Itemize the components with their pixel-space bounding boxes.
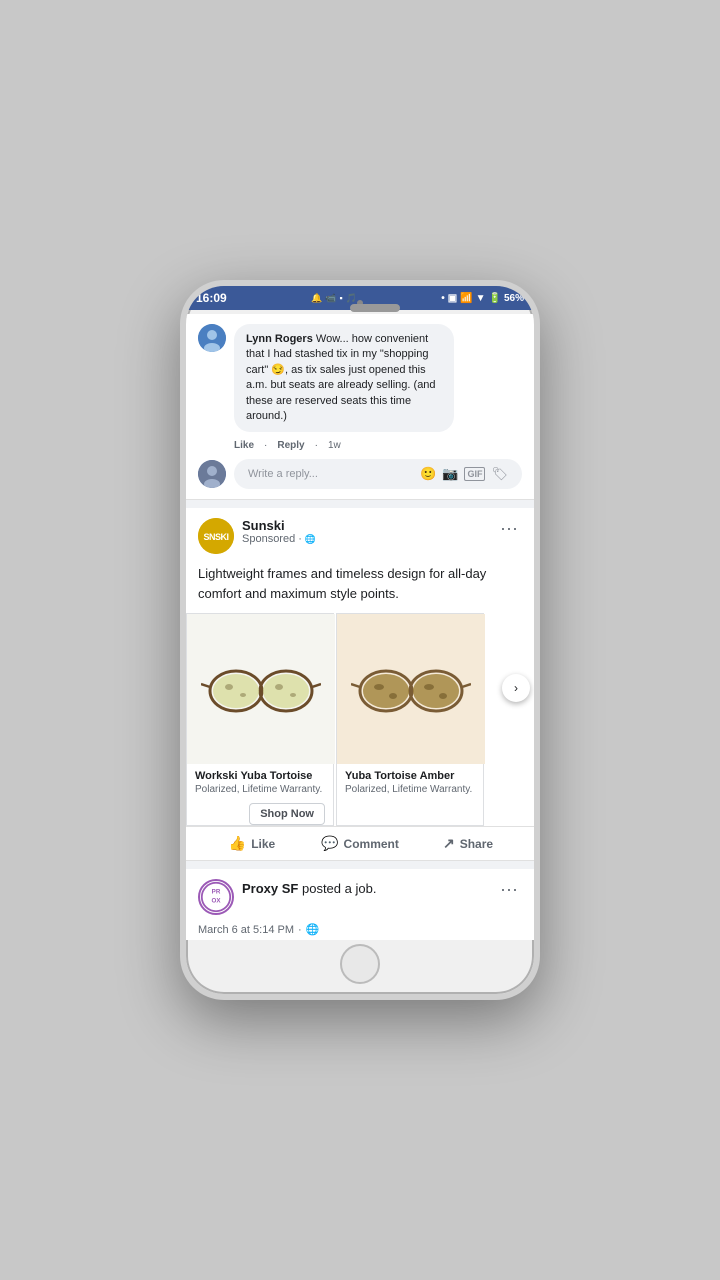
job-action-text: posted a job. [302,881,376,896]
post-header-left: SNSKІ Sunski Sponsored · 🌐 [198,518,316,554]
share-button[interactable]: ↗ Share [414,835,522,852]
svg-text:PR: PR [212,889,221,896]
current-user-avatar [198,460,226,488]
comment-icon: 💬 [321,835,338,852]
product-image-2 [337,614,485,764]
proxy-post-header-text: Proxy SF posted a job. [242,879,376,899]
camera-icon[interactable]: 📷 [442,466,458,482]
reply-input-box[interactable]: Write a reply... 🙂 📷 GIF 🏷 [234,459,522,489]
product-card-2: Yuba Tortoise Amber Polarized, Lifetime … [336,613,484,826]
reply-input-row: Write a reply... 🙂 📷 GIF 🏷 [198,459,522,489]
comment-button[interactable]: 💬 Comment [306,835,414,852]
share-icon: ↗ [443,835,455,852]
post-description: Lightweight frames and timeless design f… [186,560,534,613]
reply-placeholder: Write a reply... [248,468,318,480]
separator-dot: · [264,440,267,451]
product-info-1: Workski Yuba Tortoise Polarized, Lifetim… [187,764,333,805]
status-icons: 🔔 📹 ▪ 🎵 [311,293,357,304]
post-timestamp: March 6 at 5:14 PM · 🌐 [186,921,534,940]
like-icon: 👍 [229,835,246,852]
share-label: Share [460,837,493,851]
gif-icon[interactable]: GIF [464,467,485,481]
like-action[interactable]: Like [234,440,254,451]
comment-bubble: Lynn Rogers Wow... how convenient that I… [234,324,454,432]
comment-row: Lynn Rogers Wow... how convenient that I… [198,324,522,432]
svg-text:OX: OX [212,898,222,905]
sunski-avatar: SNSKІ [198,518,234,554]
more-options-button[interactable]: ··· [496,518,522,539]
music-icon: 🎵 [346,293,357,304]
product-card-1: Workski Yuba Tortoise Polarized, Lifetim… [186,613,334,826]
user-avatar [198,324,226,352]
signal-icon: 📶 [460,293,472,304]
like-label: Like [251,837,275,851]
job-post: PR OX Proxy SF posted a job. ··· March 6… [186,869,534,940]
job-post-meta: Proxy SF posted a job. [242,879,376,899]
job-more-options-button[interactable]: ··· [496,879,522,900]
sticker-icon[interactable]: 🏷 [491,466,508,482]
brand-name: Sunski [242,518,316,533]
reply-action[interactable]: Reply [277,440,304,451]
proxy-poster-name: Proxy SF [242,881,298,896]
separator-dot-2: · [315,440,318,451]
sponsored-label: Sponsored · 🌐 [242,533,316,545]
timestamp-separator: · [298,924,302,936]
speaker [350,304,400,312]
battery-icon: 🔋 [489,293,501,304]
product-carousel: Workski Yuba Tortoise Polarized, Lifetim… [186,613,534,826]
post-actions: 👍 Like 💬 Comment ↗ Share [186,826,534,860]
job-post-header-left: PR OX Proxy SF posted a job. [198,879,376,915]
dot-indicator: • [441,293,445,304]
timestamp-globe: 🌐 [306,923,320,936]
sunski-ad-post: SNSKІ Sunski Sponsored · 🌐 ··· Lightweig… [186,508,534,861]
cast-icon: ▣ [448,293,457,304]
emoji-icon[interactable]: 🙂 [420,466,436,482]
phone-frame: 16:09 🔔 📹 ▪ 🎵 • ▣ 📶 ▼ 🔋 56% [180,280,540,1000]
wifi-icon: ▼ [476,293,486,304]
product-info-2: Yuba Tortoise Amber Polarized, Lifetime … [337,764,483,801]
comment-actions: Like · Reply · 1w [234,440,522,451]
comment-time: 1w [328,440,341,451]
separator: · [298,533,302,545]
feed-content: Lynn Rogers Wow... how convenient that I… [186,314,534,940]
like-button[interactable]: 👍 Like [198,835,306,852]
product-detail-2: Polarized, Lifetime Warranty. [345,784,475,795]
globe-icon: 🌐 [305,534,316,545]
video-icon: 📹 [325,293,336,304]
battery-percent: 56% [504,293,524,304]
sunglasses-svg-2 [351,649,471,729]
sunglasses-svg-1 [201,649,321,729]
carousel-next-button[interactable]: › [502,674,530,702]
product-image-1 [187,614,335,764]
status-right: • ▣ 📶 ▼ 🔋 56% [441,293,524,304]
post-meta: Sunski Sponsored · 🌐 [242,518,316,545]
svg-text:SNSKІ: SNSKІ [203,532,228,542]
post-header: SNSKІ Sunski Sponsored · 🌐 ··· [186,508,534,560]
home-button[interactable] [340,944,380,984]
product-name-1: Workski Yuba Tortoise [195,770,325,782]
shop-now-button-1[interactable]: Shop Now [249,803,325,825]
notification-icon: 🔔 [311,293,322,304]
reply-icons: 🙂 📷 GIF 🏷 [420,466,508,482]
product-name-2: Yuba Tortoise Amber [345,770,475,782]
comment-author: Lynn Rogers [246,333,313,345]
time-display: 16:09 [196,291,227,305]
comment-section: Lynn Rogers Wow... how convenient that I… [186,314,534,500]
comment-label: Comment [344,837,399,851]
product-detail-1: Polarized, Lifetime Warranty. [195,784,322,795]
carousel-inner: Workski Yuba Tortoise Polarized, Lifetim… [186,613,534,826]
proxy-avatar: PR OX [198,879,234,915]
job-post-header: PR OX Proxy SF posted a job. ··· [186,869,534,921]
square-icon: ▪ [339,293,342,303]
timestamp-text: March 6 at 5:14 PM [198,924,294,936]
comment-text: Wow... how convenient that I had stashed… [246,333,436,422]
